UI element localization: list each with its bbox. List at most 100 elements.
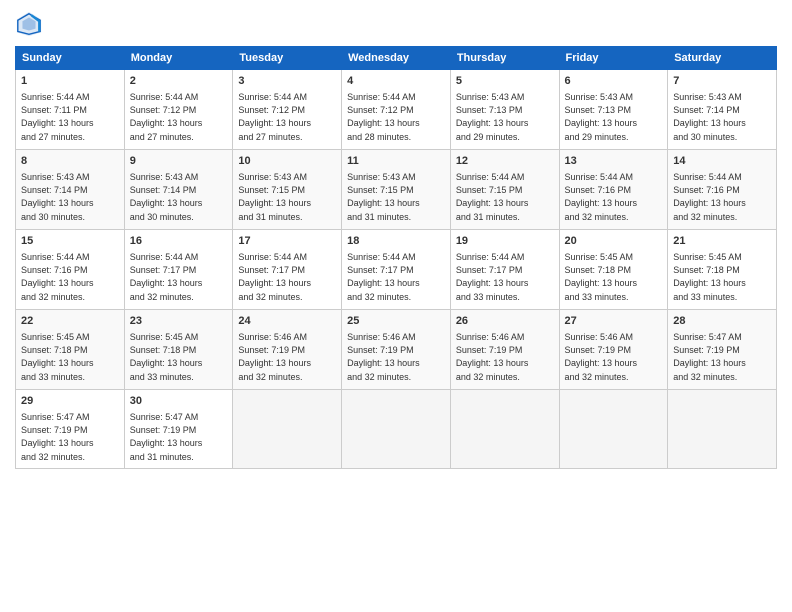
day-info: Sunrise: 5:45 AMSunset: 7:18 PMDaylight:… (565, 251, 663, 303)
day-info: Sunrise: 5:47 AMSunset: 7:19 PMDaylight:… (21, 411, 119, 463)
day-info: Sunrise: 5:44 AMSunset: 7:12 PMDaylight:… (347, 91, 445, 143)
col-sunday: Sunday (16, 47, 125, 70)
calendar-cell: 30 Sunrise: 5:47 AMSunset: 7:19 PMDayligh… (124, 390, 233, 469)
day-info: Sunrise: 5:44 AMSunset: 7:17 PMDaylight:… (238, 251, 336, 303)
calendar-cell: 3Sunrise: 5:44 AMSunset: 7:12 PMDaylight… (233, 70, 342, 150)
calendar-cell: 13 Sunrise: 5:44 AMSunset: 7:16 PMDayligh… (559, 150, 668, 230)
day-number: 9 (130, 154, 228, 169)
day-number: 8 (21, 154, 119, 169)
day-number: 28 (673, 314, 771, 329)
day-number: 4 (347, 74, 445, 89)
logo-icon (15, 10, 43, 38)
col-monday: Monday (124, 47, 233, 70)
day-number: 14 (673, 154, 771, 169)
day-info: Sunrise: 5:46 AMSunset: 7:19 PMDaylight:… (456, 331, 554, 383)
header (15, 10, 777, 38)
calendar-cell: 17 Sunrise: 5:44 AMSunset: 7:17 PMDayligh… (233, 230, 342, 310)
day-number: 19 (456, 234, 554, 249)
day-info: Sunrise: 5:46 AMSunset: 7:19 PMDaylight:… (347, 331, 445, 383)
day-number: 21 (673, 234, 771, 249)
day-number: 5 (456, 74, 554, 89)
day-number: 2 (130, 74, 228, 89)
day-number: 12 (456, 154, 554, 169)
calendar-table: Sunday Monday Tuesday Wednesday Thursday… (15, 46, 777, 469)
day-info: Sunrise: 5:45 AMSunset: 7:18 PMDaylight:… (673, 251, 771, 303)
day-info: Sunrise: 5:43 AMSunset: 7:13 PMDaylight:… (565, 91, 663, 143)
day-number: 26 (456, 314, 554, 329)
day-number: 30 (130, 394, 228, 409)
day-info: Sunrise: 5:44 AMSunset: 7:12 PMDaylight:… (238, 91, 336, 143)
calendar-cell (668, 390, 777, 469)
day-info: Sunrise: 5:46 AMSunset: 7:19 PMDaylight:… (565, 331, 663, 383)
day-number: 15 (21, 234, 119, 249)
day-info: Sunrise: 5:44 AMSunset: 7:16 PMDaylight:… (565, 171, 663, 223)
day-info: Sunrise: 5:45 AMSunset: 7:18 PMDaylight:… (130, 331, 228, 383)
calendar-cell: 7 Sunrise: 5:43 AMSunset: 7:14 PMDaylight… (668, 70, 777, 150)
day-info: Sunrise: 5:43 AMSunset: 7:14 PMDaylight:… (21, 171, 119, 223)
calendar-cell: 5Sunrise: 5:43 AMSunset: 7:13 PMDaylight… (450, 70, 559, 150)
day-number: 10 (238, 154, 336, 169)
day-number: 22 (21, 314, 119, 329)
col-saturday: Saturday (668, 47, 777, 70)
calendar-cell: 20 Sunrise: 5:45 AMSunset: 7:18 PMDayligh… (559, 230, 668, 310)
day-info: Sunrise: 5:44 AMSunset: 7:17 PMDaylight:… (347, 251, 445, 303)
calendar-cell: 12 Sunrise: 5:44 AMSunset: 7:15 PMDayligh… (450, 150, 559, 230)
calendar-cell: 24 Sunrise: 5:46 AMSunset: 7:19 PMDayligh… (233, 310, 342, 390)
calendar-cell (233, 390, 342, 469)
calendar-cell: 2Sunrise: 5:44 AMSunset: 7:12 PMDaylight… (124, 70, 233, 150)
day-number: 24 (238, 314, 336, 329)
calendar-cell: 19 Sunrise: 5:44 AMSunset: 7:17 PMDayligh… (450, 230, 559, 310)
calendar-cell: 1 Sunrise: 5:44 AMSunset: 7:11 PMDaylight… (16, 70, 125, 150)
day-info: Sunrise: 5:44 AMSunset: 7:11 PMDaylight:… (21, 91, 119, 143)
day-number: 29 (21, 394, 119, 409)
calendar-cell: 21 Sunrise: 5:45 AMSunset: 7:18 PMDayligh… (668, 230, 777, 310)
header-row: Sunday Monday Tuesday Wednesday Thursday… (16, 47, 777, 70)
day-info: Sunrise: 5:43 AMSunset: 7:14 PMDaylight:… (130, 171, 228, 223)
col-thursday: Thursday (450, 47, 559, 70)
calendar-cell: 23 Sunrise: 5:45 AMSunset: 7:18 PMDayligh… (124, 310, 233, 390)
calendar-cell: 22 Sunrise: 5:45 AMSunset: 7:18 PMDayligh… (16, 310, 125, 390)
page: Sunday Monday Tuesday Wednesday Thursday… (0, 0, 792, 612)
day-info: Sunrise: 5:43 AMSunset: 7:14 PMDaylight:… (673, 91, 771, 143)
calendar-cell: 18 Sunrise: 5:44 AMSunset: 7:17 PMDayligh… (342, 230, 451, 310)
calendar-cell: 29 Sunrise: 5:47 AMSunset: 7:19 PMDayligh… (16, 390, 125, 469)
day-number: 23 (130, 314, 228, 329)
day-number: 13 (565, 154, 663, 169)
calendar-cell: 15 Sunrise: 5:44 AMSunset: 7:16 PMDayligh… (16, 230, 125, 310)
calendar-cell: 14Sunrise: 5:44 AMSunset: 7:16 PMDayligh… (668, 150, 777, 230)
day-number: 18 (347, 234, 445, 249)
col-wednesday: Wednesday (342, 47, 451, 70)
col-friday: Friday (559, 47, 668, 70)
day-info: Sunrise: 5:44 AMSunset: 7:15 PMDaylight:… (456, 171, 554, 223)
day-number: 6 (565, 74, 663, 89)
calendar-cell: 11 Sunrise: 5:43 AMSunset: 7:15 PMDayligh… (342, 150, 451, 230)
calendar-cell: 9 Sunrise: 5:43 AMSunset: 7:14 PMDaylight… (124, 150, 233, 230)
day-info: Sunrise: 5:44 AMSunset: 7:17 PMDaylight:… (456, 251, 554, 303)
calendar-cell: 26 Sunrise: 5:46 AMSunset: 7:19 PMDayligh… (450, 310, 559, 390)
calendar-cell: 16Sunrise: 5:44 AMSunset: 7:17 PMDayligh… (124, 230, 233, 310)
calendar-cell (559, 390, 668, 469)
day-info: Sunrise: 5:47 AMSunset: 7:19 PMDaylight:… (130, 411, 228, 463)
day-info: Sunrise: 5:47 AMSunset: 7:19 PMDaylight:… (673, 331, 771, 383)
day-number: 27 (565, 314, 663, 329)
calendar-cell (450, 390, 559, 469)
day-info: Sunrise: 5:43 AMSunset: 7:15 PMDaylight:… (347, 171, 445, 223)
calendar-cell: 8 Sunrise: 5:43 AMSunset: 7:14 PMDaylight… (16, 150, 125, 230)
calendar-cell (342, 390, 451, 469)
day-number: 11 (347, 154, 445, 169)
day-info: Sunrise: 5:43 AMSunset: 7:15 PMDaylight:… (238, 171, 336, 223)
day-number: 25 (347, 314, 445, 329)
day-info: Sunrise: 5:44 AMSunset: 7:16 PMDaylight:… (21, 251, 119, 303)
col-tuesday: Tuesday (233, 47, 342, 70)
day-info: Sunrise: 5:46 AMSunset: 7:19 PMDaylight:… (238, 331, 336, 383)
day-info: Sunrise: 5:44 AMSunset: 7:17 PMDaylight:… (130, 251, 228, 303)
day-number: 17 (238, 234, 336, 249)
day-number: 20 (565, 234, 663, 249)
logo (15, 10, 47, 38)
calendar-cell: 10 Sunrise: 5:43 AMSunset: 7:15 PMDayligh… (233, 150, 342, 230)
calendar-cell: 25 Sunrise: 5:46 AMSunset: 7:19 PMDayligh… (342, 310, 451, 390)
day-number: 7 (673, 74, 771, 89)
day-info: Sunrise: 5:45 AMSunset: 7:18 PMDaylight:… (21, 331, 119, 383)
day-number: 1 (21, 74, 119, 89)
calendar-cell: 28 Sunrise: 5:47 AMSunset: 7:19 PMDayligh… (668, 310, 777, 390)
